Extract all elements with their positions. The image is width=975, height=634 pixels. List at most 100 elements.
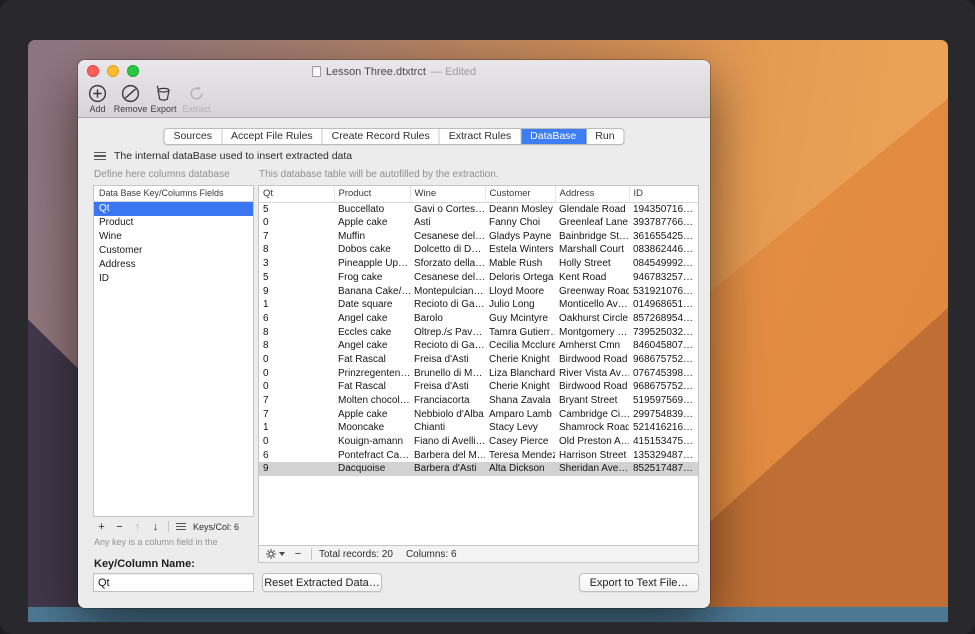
- list-icon: [176, 523, 186, 530]
- table-row[interactable]: 0Prinzregenten…Brunello di M…Liza Blanch…: [259, 367, 699, 381]
- table-cell: Glendale Road: [555, 202, 629, 216]
- add-button[interactable]: Add: [81, 82, 114, 114]
- table-cell: Barbera d'Asti: [410, 462, 485, 476]
- key-list-item-customer[interactable]: Customer: [94, 244, 253, 258]
- table-row[interactable]: 0Fat RascalFreisa d'AstiCherie KnightBir…: [259, 380, 699, 394]
- table-cell: Julio Long: [485, 298, 555, 312]
- export-button-toolbar[interactable]: Export: [147, 82, 180, 114]
- menu-icon[interactable]: [94, 152, 106, 161]
- app-window: Lesson Three.dtxtrct — Edited Add: [78, 60, 710, 608]
- table-cell: Oltrep./≤ Pav…: [410, 326, 485, 340]
- table-cell: 0: [259, 216, 334, 230]
- tab-database[interactable]: DataBase: [521, 129, 586, 144]
- table-cell: Birdwood Road: [555, 380, 629, 394]
- key-list-item-wine[interactable]: Wine: [94, 230, 253, 244]
- remove-record-button[interactable]: −: [292, 548, 304, 560]
- add-icon: [88, 84, 107, 103]
- table-row[interactable]: 9Banana Cake/…Montepulcian…Lloyd MooreGr…: [259, 284, 699, 298]
- table-actions-button[interactable]: [265, 548, 285, 560]
- table-cell: 852517487…: [629, 462, 699, 476]
- table-cell: Pineapple Up…: [334, 257, 410, 271]
- records-count-label: Total records: 20: [319, 549, 393, 560]
- window-titlebar[interactable]: Lesson Three.dtxtrct — Edited: [78, 60, 710, 80]
- tab-accept-file-rules[interactable]: Accept File Rules: [222, 129, 323, 144]
- table-cell: 8: [259, 339, 334, 353]
- key-list-item-qt[interactable]: Qt: [94, 202, 253, 216]
- info-bar: The internal dataBase used to insert ext…: [94, 150, 352, 162]
- footer-separator: [168, 521, 169, 532]
- table-row[interactable]: 0Kouign-amannFiano di Avelli…Casey Pierc…: [259, 435, 699, 449]
- reset-extracted-data-button[interactable]: Reset Extracted Data…: [262, 573, 382, 592]
- add-key-button[interactable]: +: [96, 521, 107, 533]
- move-down-button[interactable]: ↓: [150, 521, 161, 533]
- table-row[interactable]: 7Molten chocol…FranciacortaShana ZavalaB…: [259, 394, 699, 408]
- table-cell: 0: [259, 367, 334, 381]
- zoom-window-button[interactable]: [127, 65, 139, 77]
- table-cell: 5: [259, 202, 334, 216]
- column-header-address[interactable]: Address: [555, 186, 629, 202]
- remove-button-label: Remove: [114, 104, 148, 114]
- table-row[interactable]: 6Pontefract Ca…Barbera del M…Teresa Mend…: [259, 449, 699, 463]
- table-cell: Bryant Street: [555, 394, 629, 408]
- remove-button[interactable]: Remove: [114, 82, 147, 114]
- column-header-id[interactable]: ID: [629, 186, 699, 202]
- table-row[interactable]: 8Eccles cakeOltrep./≤ Pav…Tamra Gutierr……: [259, 326, 699, 340]
- close-window-button[interactable]: [87, 65, 99, 77]
- table-row[interactable]: 3Pineapple Up…Sforzato della…Mable RushH…: [259, 257, 699, 271]
- table-cell: 083862446…: [629, 243, 699, 257]
- table-row[interactable]: 5Frog cakeCesanese del…Deloris OrtegaKen…: [259, 271, 699, 285]
- add-button-label: Add: [89, 104, 105, 114]
- table-row[interactable]: 8Dobos cakeDolcetto di D…Estela WintersM…: [259, 243, 699, 257]
- table-row[interactable]: 1MooncakeChiantiStacy LevyShamrock Road5…: [259, 421, 699, 435]
- tab-run[interactable]: Run: [586, 129, 623, 144]
- table-row[interactable]: 7Apple cakeNebbiolo d'AlbaAmparo LambCam…: [259, 408, 699, 422]
- table-cell: Old Preston A…: [555, 435, 629, 449]
- table-cell: 393787766…: [629, 216, 699, 230]
- columns-count-label: Columns: 6: [406, 549, 457, 560]
- window-edited-status: — Edited: [431, 66, 476, 78]
- table-header-row: QtProductWineCustomerAddressID: [259, 186, 699, 202]
- table-cell: 6: [259, 312, 334, 326]
- table-cell: 076745398…: [629, 367, 699, 381]
- table-cell: Apple cake: [334, 408, 410, 422]
- table-cell: Guy Mcintyre: [485, 312, 555, 326]
- table-cell: Montgomery …: [555, 326, 629, 340]
- table-cell: Fanny Choi: [485, 216, 555, 230]
- table-cell: 968675752…: [629, 380, 699, 394]
- window-title: Lesson Three.dtxtrct: [326, 66, 426, 78]
- table-cell: Dobos cake: [334, 243, 410, 257]
- table-row[interactable]: 9DacquoiseBarbera d'AstiAlta DicksonSher…: [259, 462, 699, 476]
- left-panel-hint: Define here columns database: [94, 169, 230, 180]
- tab-sources[interactable]: Sources: [164, 129, 222, 144]
- table-row[interactable]: 1Date squareRecioto di Ga…Julio LongMont…: [259, 298, 699, 312]
- key-list-item-address[interactable]: Address: [94, 258, 253, 272]
- table-cell: 084549992…: [629, 257, 699, 271]
- tab-create-record-rules[interactable]: Create Record Rules: [323, 129, 440, 144]
- key-column-name-input[interactable]: [93, 573, 254, 592]
- key-list-item-product[interactable]: Product: [94, 216, 253, 230]
- table-cell: Gavi o Cortes…: [410, 202, 485, 216]
- column-header-customer[interactable]: Customer: [485, 186, 555, 202]
- key-column-name-label: Key/Column Name:: [94, 558, 195, 570]
- tab-extract-rules[interactable]: Extract Rules: [440, 129, 521, 144]
- database-panel: SourcesAccept File RulesCreate Record Ru…: [78, 118, 710, 607]
- export-to-text-file-button[interactable]: Export to Text File…: [579, 573, 699, 592]
- key-list-item-id[interactable]: ID: [94, 272, 253, 286]
- remove-key-button[interactable]: −: [114, 521, 125, 533]
- table-row[interactable]: 7MuffinCesanese del…Gladys PayneBainbrid…: [259, 230, 699, 244]
- table-cell: Dolcetto di D…: [410, 243, 485, 257]
- table-cell: 968675752…: [629, 353, 699, 367]
- column-header-wine[interactable]: Wine: [410, 186, 485, 202]
- column-header-qt[interactable]: Qt: [259, 186, 334, 202]
- column-header-product[interactable]: Product: [334, 186, 410, 202]
- table-row[interactable]: 0Fat RascalFreisa d'AstiCherie KnightBir…: [259, 353, 699, 367]
- extract-icon: [187, 84, 206, 103]
- table-row[interactable]: 5BuccellatoGavi o Cortes…Deann MosleyGle…: [259, 202, 699, 216]
- table-row[interactable]: 6Angel cakeBaroloGuy McintyreOakhurst Ci…: [259, 312, 699, 326]
- minimize-window-button[interactable]: [107, 65, 119, 77]
- table-row[interactable]: 8Angel cakeRecioto di Ga…Cecilia Mcclure…: [259, 339, 699, 353]
- table-row[interactable]: 0Apple cakeAstiFanny ChoiGreenleaf Lane3…: [259, 216, 699, 230]
- wallpaper-bottom-band: [28, 607, 948, 622]
- table-cell: 7: [259, 394, 334, 408]
- table-cell: Tamra Gutierr…: [485, 326, 555, 340]
